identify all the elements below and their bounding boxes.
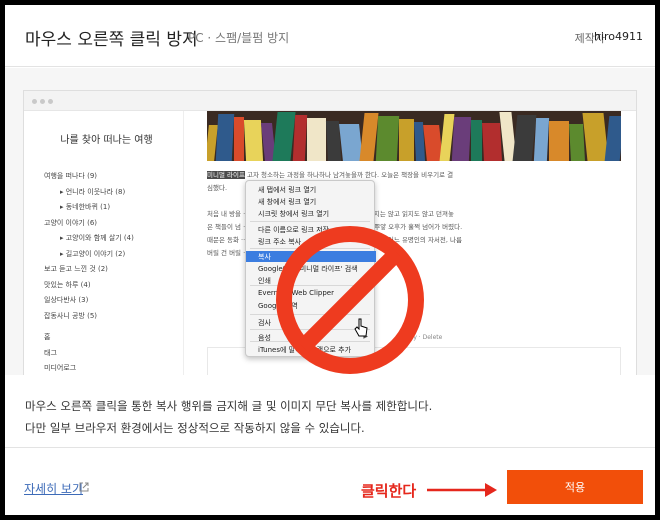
nav-item[interactable]: 잡동사니 공방 (5) bbox=[44, 309, 184, 325]
book-spine bbox=[482, 123, 502, 161]
external-link-icon[interactable] bbox=[78, 481, 90, 493]
category-subtitle: PC · 스팸/블펌 방지 bbox=[188, 31, 290, 45]
context-menu-item[interactable]: 새 창에서 링크 열기 bbox=[258, 197, 316, 207]
bookshelf-photo bbox=[207, 111, 621, 161]
nav-item[interactable]: ▸ 언니라 이웃나라 (8) bbox=[44, 185, 184, 201]
book-spine bbox=[549, 121, 569, 161]
nav-item[interactable]: 미디어로그 bbox=[44, 361, 184, 375]
selected-text: 미니멀 라이프 bbox=[207, 171, 245, 179]
book-spine bbox=[451, 117, 472, 161]
page-title: 마우스 오른쪽 클릭 방지 bbox=[25, 30, 198, 50]
book-spine bbox=[234, 117, 244, 161]
preview-image: 나를 찾아 떠나는 여행 여행을 떠나다 (9) ▸ 언니라 이웃나라 (8) ▸ … bbox=[5, 68, 655, 375]
book-spine bbox=[533, 118, 550, 161]
book-spine bbox=[471, 120, 482, 161]
book-spine bbox=[215, 114, 235, 161]
author-name: hiro4911 bbox=[593, 30, 643, 43]
book-spine bbox=[307, 118, 326, 161]
apply-button[interactable]: 적용 bbox=[507, 470, 643, 504]
click-annotation: 클릭한다 bbox=[361, 482, 417, 500]
nav-item[interactable]: 태그 bbox=[44, 346, 184, 362]
line-text: 고자 청소하는 과정을 하나하나 남겨놓을까 한다. 오늘은 책장을 비우기로 … bbox=[247, 171, 454, 179]
blog-title: 나를 찾아 떠나는 여행 bbox=[60, 135, 153, 146]
book-spine bbox=[512, 115, 537, 161]
book-spine bbox=[243, 120, 264, 161]
line-text: 심했다. bbox=[207, 184, 228, 192]
description-line: 다만 일부 브라우저 환경에서는 정상적으로 작동하지 않을 수 있습니다. bbox=[25, 421, 365, 435]
nav-item[interactable]: ▸ 길고양이 이야기 (2) bbox=[44, 247, 184, 263]
window-dot-icon bbox=[48, 99, 53, 104]
context-menu-item[interactable]: 새 탭에서 링크 열기 bbox=[258, 185, 316, 195]
details-link[interactable]: 자세히 보기 bbox=[24, 480, 83, 497]
book-spine bbox=[399, 119, 414, 161]
nav-item[interactable]: 고양이 이야기 (6) bbox=[44, 216, 184, 232]
context-menu-item[interactable]: 시크릿 창에서 링크 열기 bbox=[258, 209, 329, 219]
nav-item[interactable]: 홈 bbox=[44, 330, 184, 346]
description-line: 마우스 오른쪽 클릭을 통한 복사 행위를 금지해 글 및 이미지 무단 복사를… bbox=[25, 399, 433, 413]
browser-titlebar bbox=[24, 91, 636, 111]
dialog-header: 마우스 오른쪽 클릭 방지 PC · 스팸/블펌 방지 제작자 hiro4911 bbox=[5, 5, 655, 67]
context-menu-item[interactable]: 인쇄 bbox=[258, 276, 271, 286]
book-spine bbox=[604, 116, 621, 161]
window-dot-icon bbox=[32, 99, 37, 104]
nav-item[interactable]: 보고 듣고 느낀 것 (2) bbox=[44, 262, 184, 278]
window-dot-icon bbox=[40, 99, 45, 104]
book-spine bbox=[272, 112, 296, 161]
red-arrow-icon bbox=[427, 483, 497, 497]
book-spine bbox=[569, 124, 585, 161]
context-menu-item[interactable]: 음성 bbox=[258, 333, 271, 343]
blog-sidebar: 나를 찾아 떠나는 여행 여행을 떠나다 (9) ▸ 언니라 이웃나라 (8) ▸ … bbox=[24, 111, 184, 375]
blog-nav: 여행을 떠나다 (9) ▸ 언니라 이웃나라 (8) ▸ 동네한바퀴 (1) 고양이 … bbox=[44, 169, 184, 375]
nav-item[interactable]: 맛있는 하루 (4) bbox=[44, 278, 184, 294]
plugin-description: 마우스 오른쪽 클릭을 통한 복사 행위를 금지해 글 및 이미지 무단 복사를… bbox=[25, 395, 625, 439]
nav-item[interactable]: ▸ 동네한바퀴 (1) bbox=[44, 200, 184, 216]
hand-cursor-icon bbox=[354, 318, 368, 337]
nav-item[interactable]: 일상다반사 (3) bbox=[44, 293, 184, 309]
plugin-dialog: 마우스 오른쪽 클릭 방지 PC · 스팸/블펌 방지 제작자 hiro4911… bbox=[5, 5, 655, 515]
context-menu-item[interactable]: 검사 bbox=[258, 318, 271, 328]
context-menu-item[interactable]: 복사 bbox=[258, 252, 271, 262]
book-spine bbox=[375, 116, 400, 161]
dialog-footer: 자세히 보기 클릭한다 적용 bbox=[5, 447, 655, 515]
prohibited-icon bbox=[276, 226, 424, 374]
book-spine bbox=[292, 115, 308, 161]
nav-item[interactable]: ▸ 고양이와 함께 살기 (4) bbox=[44, 231, 184, 247]
nav-item[interactable]: 여행을 떠나다 (9) bbox=[44, 169, 184, 185]
